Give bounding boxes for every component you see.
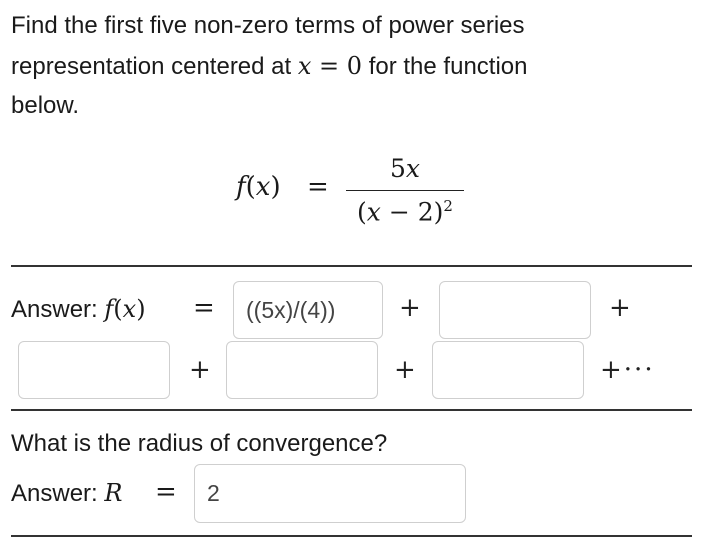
question-line-1: Find the first five non-zero terms of po… — [11, 12, 525, 39]
fraction-numerator: 5x — [346, 154, 464, 183]
answer2-equals: = — [155, 477, 177, 507]
numerator-coefficient: 5 — [389, 154, 406, 183]
term-1-input[interactable]: ((5x)/(4)) — [233, 281, 383, 339]
question-line-2: representation centered at x = 0 for the… — [11, 46, 527, 87]
question-2: What is the radius of convergence? — [11, 430, 388, 457]
question-text: for the function — [362, 53, 528, 80]
variable-x: x — [366, 197, 381, 227]
question-text: representation centered at — [11, 53, 298, 80]
formula-equals: = — [307, 172, 329, 202]
exponent: 2 — [443, 197, 453, 215]
paren: ( — [357, 197, 367, 227]
radius-input[interactable]: 2 — [194, 464, 466, 523]
ellipsis: +··· — [600, 355, 655, 385]
formula-lhs: f(x) — [236, 172, 281, 202]
answer2-label: Answer: R — [11, 473, 122, 514]
plus-sign: + — [189, 355, 211, 385]
answer-text: Answer: — [11, 296, 105, 323]
fraction-bar — [346, 190, 464, 191]
divider — [11, 535, 692, 537]
equals-zero: = 0 — [311, 52, 363, 80]
variable-r: R — [104, 479, 123, 507]
question-line-3: below. — [11, 92, 80, 119]
variable-x: x — [405, 154, 420, 183]
denominator-rest: − 2) — [380, 197, 444, 227]
variable-x: x — [122, 295, 137, 323]
term-4-input[interactable] — [226, 341, 378, 399]
term-5-input[interactable] — [432, 341, 584, 399]
divider — [11, 409, 692, 411]
paren: ( — [245, 172, 256, 202]
plus-sign: + — [399, 293, 421, 323]
answer-text: Answer: — [11, 480, 105, 507]
variable-x: x — [255, 172, 271, 202]
answer-label: Answer: f(x) — [11, 289, 146, 330]
plus-sign: + — [609, 293, 631, 323]
plus-sign: + — [394, 355, 416, 385]
variable-x: x — [297, 52, 312, 80]
answer-equals: = — [193, 293, 215, 323]
divider — [11, 265, 692, 267]
paren: ) — [136, 295, 146, 323]
paren: ) — [270, 172, 281, 202]
fraction-denominator: (x − 2)2 — [346, 197, 464, 226]
function-name: f — [236, 172, 246, 202]
function-name: f — [104, 295, 114, 323]
paren: ( — [113, 295, 123, 323]
term-2-input[interactable] — [439, 281, 591, 339]
term-3-input[interactable] — [18, 341, 170, 399]
